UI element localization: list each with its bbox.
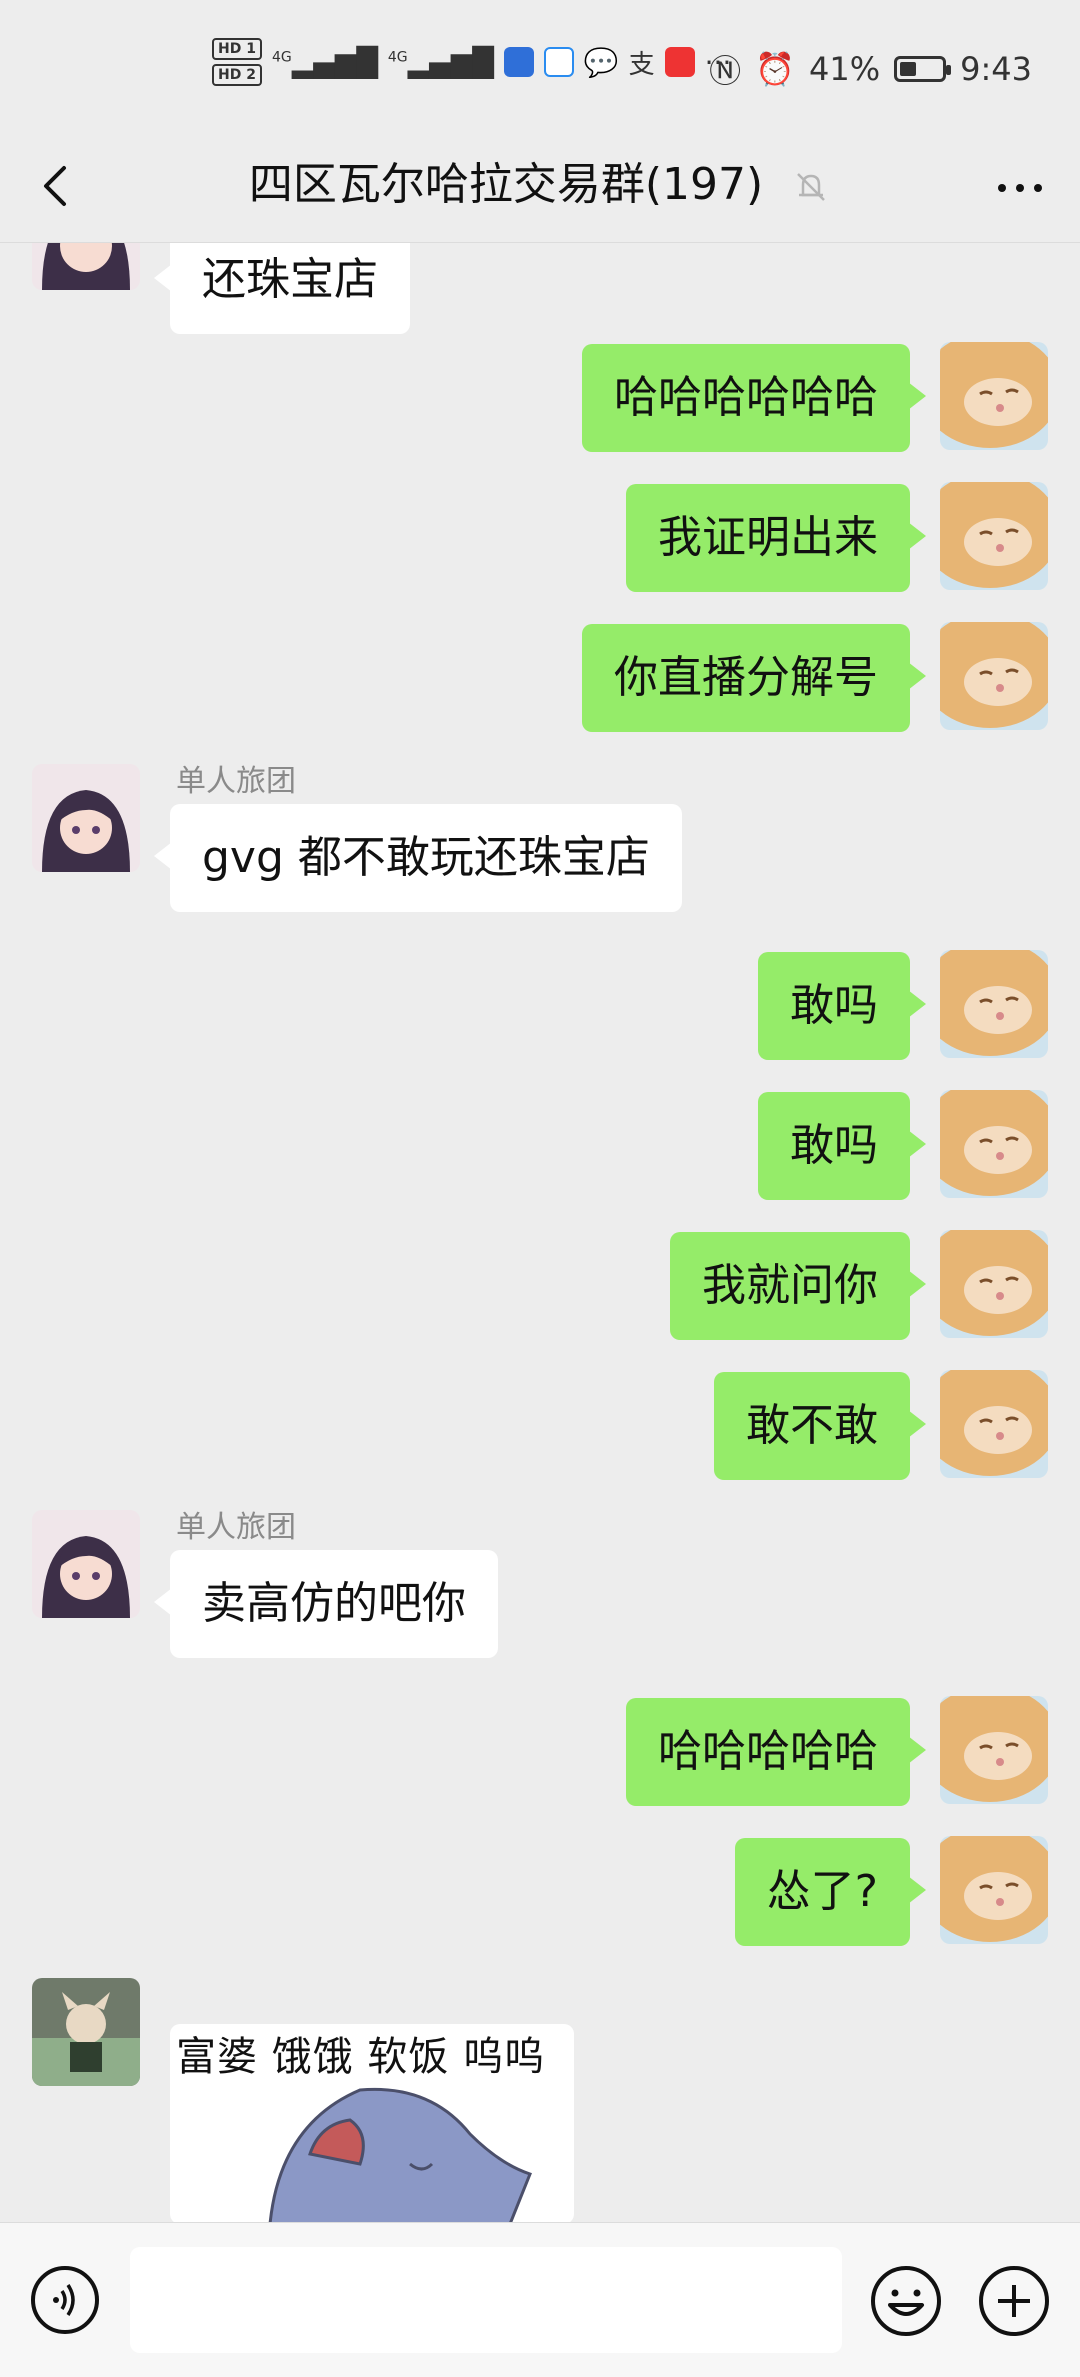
message-bubble[interactable]: 卖高仿的吧你 (154, 1550, 498, 1658)
battery-level (900, 62, 917, 76)
message-row: 敢吗 (0, 950, 1080, 1060)
message-bubble[interactable]: 敢不敢 (714, 1372, 926, 1480)
avatar-girl[interactable] (32, 242, 140, 290)
chat-title-container: 四区瓦尔哈拉交易群(197) (0, 150, 1080, 220)
signal2-icon: 4G▂▄▆█ (387, 45, 494, 79)
message-bubble[interactable]: 敢吗 (758, 1092, 926, 1200)
avatar-cat[interactable] (940, 1090, 1048, 1198)
wechat-icon: 💬 (583, 45, 619, 79)
status-right: Ⓝ ⏰ 41% 9:43 (709, 46, 1032, 92)
signal1-icon: 4G▂▄▆█ (271, 45, 378, 79)
message-row: 单人旅团 卖高仿的吧你 (0, 1508, 1080, 1668)
message-row: 单人旅团 gvg 都不敢玩还珠宝店 (0, 762, 1080, 922)
sender-name: 单人旅团 (176, 764, 296, 799)
message-row: 敢吗 (0, 1090, 1080, 1200)
avatar-girl[interactable] (32, 764, 140, 872)
avatar-cat[interactable] (940, 342, 1048, 450)
app-notification-icon (503, 47, 534, 77)
avatar-cat[interactable] (940, 1370, 1048, 1478)
message-bubble[interactable]: 你直播分解号 (582, 624, 926, 732)
message-bubble[interactable]: 我就问你 (670, 1232, 926, 1340)
input-bar (0, 2222, 1080, 2377)
avatar-cat[interactable] (940, 1836, 1048, 1944)
avatar-girl[interactable] (32, 1510, 140, 1618)
nfc-icon: Ⓝ (709, 52, 742, 90)
message-bubble[interactable]: gvg 都不敢玩还珠宝店 (154, 804, 682, 912)
bell-off-icon (797, 173, 826, 201)
message-row: 敢不敢 (0, 1370, 1080, 1480)
message-row: 我就问你 (0, 1230, 1080, 1340)
hd1-badge: HD 1 (212, 38, 262, 60)
hd-indicators: HD 1 HD 2 (212, 38, 262, 86)
message-row: 怂了? (0, 1836, 1080, 1946)
message-bubble[interactable]: 哈哈哈哈哈哈 (582, 344, 926, 452)
message-row: 哈哈哈哈哈哈 (0, 342, 1080, 452)
voice-icon[interactable] (30, 2265, 100, 2335)
message-bubble[interactable]: 还珠宝店 (154, 242, 410, 334)
more-dots-icon[interactable] (990, 158, 1050, 218)
message-row: 哈哈哈哈哈 (0, 1696, 1080, 1806)
message-input[interactable] (130, 2247, 842, 2353)
shield-icon (543, 47, 574, 77)
shark-sticker-image (268, 2087, 532, 2222)
avatar-cat[interactable] (940, 1696, 1048, 1804)
emoji-icon[interactable] (870, 2265, 942, 2337)
message-bubble[interactable]: 怂了? (734, 1838, 927, 1946)
message-row: 我证明出来 (0, 482, 1080, 592)
alarm-icon: ⏰ (755, 50, 796, 88)
message-bubble[interactable]: 哈哈哈哈哈 (626, 1698, 926, 1806)
hd2-badge: HD 2 (212, 64, 262, 86)
message-row: 富婆 饿饿 软饭 呜呜 (0, 1978, 1080, 2222)
avatar-cat[interactable] (940, 1230, 1048, 1338)
message-bubble[interactable]: 我证明出来 (626, 484, 926, 592)
chat-header: 四区瓦尔哈拉交易群(197) (0, 136, 1080, 243)
message-row: 你直播分解号 (0, 622, 1080, 732)
sender-name: 单人旅团 (176, 1510, 296, 1545)
chat-title: 四区瓦尔哈拉交易群(197) (248, 159, 764, 210)
status-bar: HD 1 HD 2 4G▂▄▆█ 4G▂▄▆█ 💬 ⽀ ··· Ⓝ ⏰ 41% … (0, 0, 1080, 136)
alipay-icon: ⽀ (628, 49, 655, 80)
message-list[interactable]: 还珠宝店 哈哈哈哈哈哈 我证明出来 你直播分解号 单人旅团 gvg 都不敢玩还珠… (0, 242, 1080, 2222)
message-row: 还珠宝店 (0, 242, 1080, 352)
avatar-cat[interactable] (940, 622, 1048, 730)
battery-percent: 41% (809, 50, 881, 88)
reader-app-icon (664, 47, 695, 77)
sticker-message[interactable]: 富婆 饿饿 软饭 呜呜 (170, 2024, 574, 2222)
status-left: HD 1 HD 2 4G▂▄▆█ 4G▂▄▆█ 💬 ⽀ ··· (212, 38, 731, 86)
avatar-cat[interactable] (940, 950, 1048, 1058)
message-bubble[interactable]: 敢吗 (758, 952, 926, 1060)
battery-icon (894, 56, 952, 82)
avatar-dog[interactable] (32, 1978, 140, 2086)
avatar-cat[interactable] (940, 482, 1048, 590)
plus-icon[interactable] (978, 2265, 1050, 2337)
clock: 9:43 (960, 50, 1032, 88)
